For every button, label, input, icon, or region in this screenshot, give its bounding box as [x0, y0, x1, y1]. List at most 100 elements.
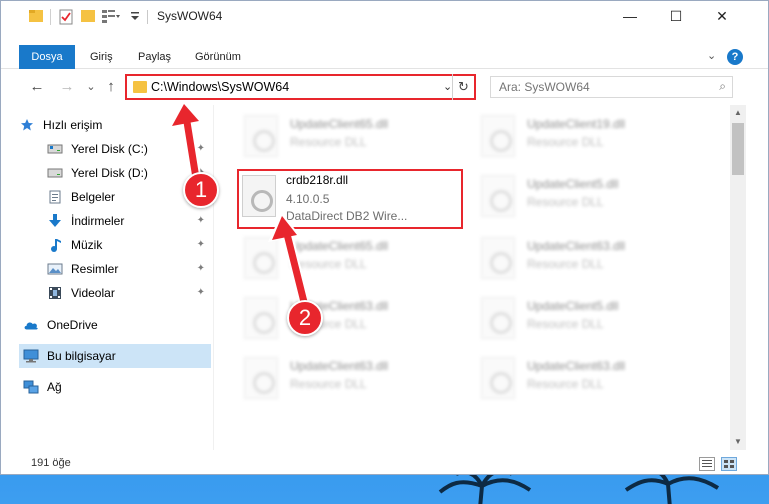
palm-tree-icon — [624, 474, 720, 504]
scroll-down-icon[interactable]: ▼ — [730, 434, 746, 450]
file-name: UpdateClient63.dll — [527, 359, 626, 373]
drive-icon — [47, 165, 63, 181]
file-description: Resource DLL — [527, 257, 604, 271]
sidebar-item-label: Resimler — [71, 262, 119, 276]
pin-icon: ✦ — [196, 143, 205, 154]
tab-share[interactable]: Paylaş — [127, 45, 182, 69]
recent-locations-button[interactable]: ⌄ — [81, 77, 101, 97]
sidebar-item-label: Bu bilgisayar — [47, 349, 116, 363]
file-name: UpdateClient5.dll — [527, 177, 619, 191]
computer-icon — [23, 348, 39, 364]
minimize-button[interactable]: — — [607, 1, 653, 31]
sidebar-item-label: Müzik — [71, 238, 103, 252]
sidebar-item-label: İndirmeler — [71, 214, 125, 228]
list-item[interactable]: UpdateClient5.dll Resource DLL — [457, 291, 687, 345]
maximize-button[interactable]: ☐ — [653, 1, 699, 31]
vertical-scrollbar[interactable]: ▲ ▼ — [730, 105, 746, 450]
properties-icon[interactable] — [59, 9, 73, 25]
list-item[interactable]: UpdateClient65.dll Resource DLL — [220, 231, 450, 285]
ribbon-expand-icon[interactable]: ⌄ — [707, 49, 716, 62]
maximize-icon: ☐ — [669, 7, 683, 24]
new-folder-icon[interactable] — [81, 9, 95, 25]
dll-file-icon — [481, 175, 515, 217]
document-icon — [47, 189, 63, 205]
scrollbar-thumb[interactable] — [732, 123, 744, 175]
dll-file-icon — [244, 357, 278, 399]
customize-icon[interactable] — [102, 9, 120, 25]
file-name: UpdateClient63.dll — [527, 239, 626, 253]
list-item[interactable]: UpdateClient63.dll Resource DLL — [457, 351, 687, 405]
sidebar-item-downloads[interactable]: İndirmeler ✦ — [19, 209, 211, 233]
sidebar-item-label: Videolar — [71, 286, 115, 300]
file-name: UpdateClient65.dll — [290, 239, 389, 253]
sidebar-item-onedrive[interactable]: OneDrive — [19, 313, 211, 337]
tiles-view-button[interactable] — [721, 457, 737, 471]
download-icon — [47, 213, 63, 229]
file-description: Resource DLL — [527, 317, 604, 331]
pictures-icon — [47, 261, 63, 277]
music-icon — [47, 237, 63, 253]
sidebar-item-music[interactable]: Müzik ✦ — [19, 233, 211, 257]
list-item[interactable]: UpdateClient5.dll Resource DLL — [457, 169, 687, 223]
annotation-badge-1: 1 — [183, 172, 219, 208]
up-button[interactable]: ↑ — [101, 77, 121, 97]
explorer-window: SysWOW64 — ☐ ✕ Dosya Giriş Paylaş Görünü… — [0, 0, 769, 475]
list-item[interactable]: UpdateClient65.dll Resource DLL — [220, 109, 450, 163]
sidebar-item-pictures[interactable]: Resimler ✦ — [19, 257, 211, 281]
scroll-up-icon[interactable]: ▲ — [730, 105, 746, 121]
address-dropdown-icon[interactable]: ⌄ — [443, 80, 452, 93]
sidebar-item-quick-access[interactable]: Hızlı erişim — [19, 113, 211, 137]
pin-icon: ✦ — [196, 263, 205, 274]
address-path[interactable]: C:\Windows\SysWOW64 — [151, 80, 289, 94]
list-item[interactable]: UpdateClient63.dll Resource DLL — [220, 351, 450, 405]
palm-tree-icon — [438, 474, 532, 504]
sidebar-item-local-disk-c[interactable]: Yerel Disk (C:) ✦ — [19, 137, 211, 161]
pin-icon: ✦ — [196, 239, 205, 250]
network-icon — [23, 379, 39, 395]
address-bar[interactable]: C:\Windows\SysWOW64 ⌄ ↻ — [125, 74, 476, 100]
dll-file-icon — [481, 115, 515, 157]
sidebar-item-this-pc[interactable]: Bu bilgisayar — [19, 344, 211, 368]
item-count: 191 öğe — [31, 457, 71, 469]
file-description: Resource DLL — [527, 135, 604, 149]
drive-icon — [47, 141, 63, 157]
dropdown-arrow-icon[interactable] — [130, 9, 140, 25]
back-button[interactable]: ← — [27, 77, 47, 97]
search-input[interactable] — [491, 77, 701, 97]
list-item[interactable]: UpdateClient63.dll Resource DLL — [220, 291, 450, 345]
sidebar-item-label: Ağ — [47, 380, 62, 394]
file-description: Resource DLL — [290, 377, 367, 391]
sidebar-item-local-disk-d[interactable]: Yerel Disk (D:) ✦ — [19, 161, 211, 185]
sidebar-item-videos[interactable]: Videolar ✦ — [19, 281, 211, 305]
sidebar-item-label: OneDrive — [47, 318, 98, 332]
file-name: UpdateClient19.dll — [527, 117, 626, 131]
forward-button[interactable]: → — [57, 77, 77, 97]
tab-file[interactable]: Dosya — [19, 45, 75, 69]
help-icon[interactable]: ? — [727, 49, 743, 65]
highlight-box-selected-file — [237, 169, 463, 229]
tab-view[interactable]: Görünüm — [184, 45, 252, 69]
list-item[interactable]: UpdateClient19.dll Resource DLL — [457, 109, 687, 163]
refresh-button[interactable]: ↻ — [452, 74, 474, 100]
sidebar-item-label: Yerel Disk (D:) — [71, 166, 148, 180]
pin-icon: ✦ — [196, 215, 205, 226]
title-bar: SysWOW64 — ☐ ✕ — [1, 1, 768, 33]
dll-file-icon — [244, 115, 278, 157]
close-button[interactable]: ✕ — [699, 1, 745, 31]
folder-icon[interactable] — [29, 9, 43, 25]
file-name: UpdateClient5.dll — [527, 299, 619, 313]
sidebar-item-network[interactable]: Ağ — [19, 375, 211, 399]
tab-home[interactable]: Giriş — [79, 45, 124, 69]
sidebar-item-label: Yerel Disk (C:) — [71, 142, 148, 156]
navigation-pane: Hızlı erişim Yerel Disk (C:) ✦ Yerel Dis… — [1, 105, 213, 450]
search-box[interactable]: ⌕ — [490, 76, 733, 98]
navigation-bar: ← → ⌄ ↑ C:\Windows\SysWOW64 ⌄ ↻ ⌕ — [1, 71, 768, 103]
list-item[interactable]: UpdateClient63.dll Resource DLL — [457, 231, 687, 285]
details-view-button[interactable] — [699, 457, 715, 471]
file-description: Resource DLL — [527, 195, 604, 209]
pin-icon: ✦ — [196, 287, 205, 298]
search-icon[interactable]: ⌕ — [719, 79, 726, 94]
cloud-icon — [23, 317, 39, 333]
file-name: UpdateClient63.dll — [290, 359, 389, 373]
minimize-icon: — — [623, 8, 637, 24]
